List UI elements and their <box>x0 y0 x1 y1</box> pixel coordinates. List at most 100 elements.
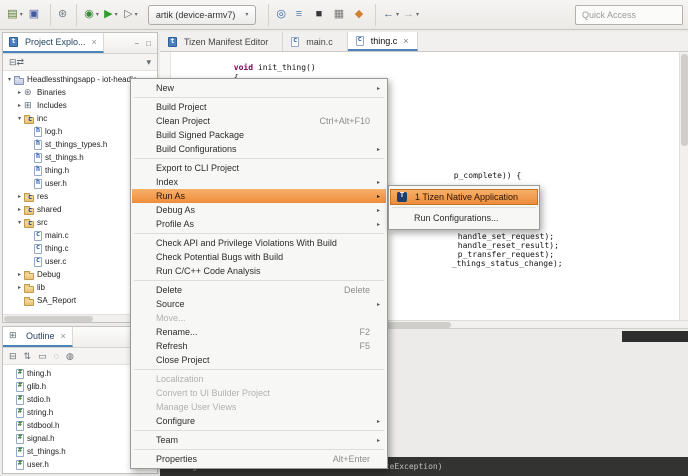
menu-item-run-code-analysis[interactable]: Run C/C++ Code Analysis <box>132 264 386 278</box>
caret-down-icon: ▾ <box>135 11 138 18</box>
device-selector-combo[interactable]: artik (device-armv7) ▾ <box>148 5 257 25</box>
expand-arrow-icon[interactable]: ▾ <box>5 76 14 83</box>
view-menu-icon[interactable]: ▾ <box>146 57 151 68</box>
hide-static-icon[interactable]: ◌ <box>54 351 59 361</box>
back-icon[interactable]: ← ▾ <box>375 4 401 26</box>
vertical-scrollbar[interactable] <box>679 52 688 320</box>
include-icon <box>16 447 24 457</box>
toolbar-glyph-icon: ▦ <box>334 9 344 20</box>
menu-item-shortcut: Alt+Enter <box>333 454 370 464</box>
menu-item-debug-as[interactable]: Debug As ▸ <box>132 203 386 217</box>
submenu-item-run-configurations[interactable]: Run Configurations... <box>390 210 538 226</box>
collapse-all-icon[interactable]: ⊟ <box>9 351 17 362</box>
mark-occurrences-icon[interactable]: ≡ <box>290 4 310 26</box>
tab-project-explorer[interactable]: Project Explo... × <box>3 33 104 53</box>
tab-outline[interactable]: Outline × <box>3 327 73 347</box>
search-icon[interactable]: ◎ <box>268 4 290 26</box>
editor-tab-label: main.c <box>306 37 333 47</box>
new-wizard-icon[interactable]: ▤ ▾ <box>5 4 25 26</box>
expand-arrow-icon[interactable]: ▸ <box>15 206 24 213</box>
menu-item-check-api-violations[interactable]: Check API and Privilege Violations With … <box>132 236 386 250</box>
menu-item-configure[interactable]: Configure ▸ <box>132 414 386 428</box>
expand-arrow-icon[interactable]: ▸ <box>15 89 24 96</box>
scrollbar-thumb[interactable] <box>681 54 688 146</box>
project-explorer-toolbar-icons: ⊟ ⇄ <box>9 57 24 68</box>
annotation-icon[interactable]: ◆ <box>350 4 370 26</box>
code-text: init_thing() <box>258 63 316 72</box>
tree-item-label: user.c <box>45 257 66 266</box>
tree-item-label: main.c <box>45 231 69 240</box>
close-icon[interactable]: × <box>403 36 408 46</box>
collapse-all-icon[interactable]: ⊟ <box>9 57 17 68</box>
expand-arrow-icon[interactable]: ▾ <box>15 115 24 122</box>
hide-fields-icon[interactable]: ▭ <box>38 351 47 362</box>
menu-item-source[interactable]: Source ▸ <box>132 297 386 311</box>
submenu-arrow-icon: ▸ <box>370 85 380 92</box>
menu-item-properties[interactable]: Properties Alt+Enter <box>132 452 386 466</box>
menu-item-label: Close Project <box>156 355 354 365</box>
menu-item-label: Localization <box>156 374 354 384</box>
menu-item-new[interactable]: New ▸ <box>132 81 386 95</box>
console-icon[interactable]: ■ <box>310 4 330 26</box>
tab-main-c[interactable]: main.c <box>283 32 348 51</box>
submenu-arrow-icon: ▸ <box>370 437 380 444</box>
save-icon[interactable]: ▣ <box>25 4 45 26</box>
debug-icon[interactable]: ◉ ▾ <box>76 4 101 26</box>
menu-item-manage-user-views[interactable]: Manage User Views <box>132 400 386 414</box>
menu-item-run-as[interactable]: Run As ▸ <box>132 189 386 203</box>
expand-arrow-icon[interactable]: ▸ <box>15 193 24 200</box>
toolbar-glyph-icon: ▤ <box>7 9 17 20</box>
outline-toolbar-icons: ⊟ ⇅ ▭ ◌ ◍ <box>9 351 81 362</box>
menu-item-export-to-cli-project[interactable]: Export to CLI Project <box>132 161 386 175</box>
menu-item-team[interactable]: Team ▸ <box>132 433 386 447</box>
minimize-icon[interactable]: − <box>134 39 139 48</box>
caret-down-icon: ▾ <box>245 11 248 18</box>
file-icon <box>14 78 24 85</box>
menu-item-shortcut: F2 <box>359 327 370 337</box>
link-editor-icon[interactable]: ⇄ <box>17 57 25 68</box>
menu-item-clean-project[interactable]: Clean Project Ctrl+Alt+F10 <box>132 114 386 128</box>
menu-item-convert-to-ui-builder[interactable]: Convert to UI Builder Project <box>132 386 386 400</box>
toolbar-glyph-icon: → <box>403 9 414 20</box>
menu-item-localization[interactable]: Localization <box>132 372 386 386</box>
settings-icon[interactable]: ⊛ <box>50 4 71 26</box>
menu-item-check-potential-bugs[interactable]: Check Potential Bugs with Build <box>132 250 386 264</box>
menu-item-index[interactable]: Index ▸ <box>132 175 386 189</box>
menu-item-close-project[interactable]: Close Project <box>132 353 386 367</box>
hide-nonpublic-icon[interactable]: ◍ <box>66 351 74 362</box>
menu-item-rename[interactable]: Rename... F2 <box>132 325 386 339</box>
submenu-arrow-icon: ▸ <box>370 301 380 308</box>
expand-arrow-icon[interactable]: ▸ <box>15 102 24 109</box>
menu-item-label: Build Project <box>156 102 354 112</box>
menu-item-refresh[interactable]: Refresh F5 <box>132 339 386 353</box>
menu-item-build-configurations[interactable]: Build Configurations ▸ <box>132 142 386 156</box>
include-icon <box>16 395 24 405</box>
expand-arrow-icon[interactable]: ▾ <box>15 219 24 226</box>
profile-icon[interactable]: ▷ ▾ <box>121 4 141 26</box>
menu-item-label: Manage User Views <box>156 402 354 412</box>
expand-arrow-icon[interactable]: ▸ <box>15 271 24 278</box>
submenu-item-tizen-native-application[interactable]: 1 Tizen Native Application <box>390 189 538 205</box>
run-icon[interactable]: ▶ ▾ <box>101 4 121 26</box>
menu-item-move[interactable]: Move... <box>132 311 386 325</box>
menu-item-build-project[interactable]: Build Project <box>132 100 386 114</box>
tab-tizen-manifest-editor[interactable]: Tizen Manifest Editor <box>160 32 283 51</box>
scrollbar-thumb[interactable] <box>4 316 93 322</box>
menu-item-profile-as[interactable]: Profile As ▸ <box>132 217 386 231</box>
forward-icon[interactable]: → ▾ <box>401 4 421 26</box>
close-icon[interactable]: × <box>61 331 66 341</box>
menu-item-label: Run C/C++ Code Analysis <box>156 266 354 276</box>
submenu-separator <box>392 207 536 208</box>
editor-tab-label: thing.c <box>371 36 398 46</box>
expand-arrow-icon[interactable]: ▸ <box>15 284 24 291</box>
tab-thing-c[interactable]: thing.c × <box>348 32 418 51</box>
menu-item-build-signed-package[interactable]: Build Signed Package <box>132 128 386 142</box>
open-resource-icon[interactable]: ▦ <box>330 4 350 26</box>
quick-access-input[interactable] <box>575 5 683 25</box>
close-icon[interactable]: × <box>92 37 97 47</box>
sort-icon[interactable]: ⇅ <box>24 351 32 362</box>
maximize-icon[interactable]: □ <box>146 39 151 48</box>
project-explorer-toolbar: ⊟ ⇄ ▾ <box>3 54 157 71</box>
menu-item-delete[interactable]: Delete Delete <box>132 283 386 297</box>
outline-icon <box>9 331 19 341</box>
